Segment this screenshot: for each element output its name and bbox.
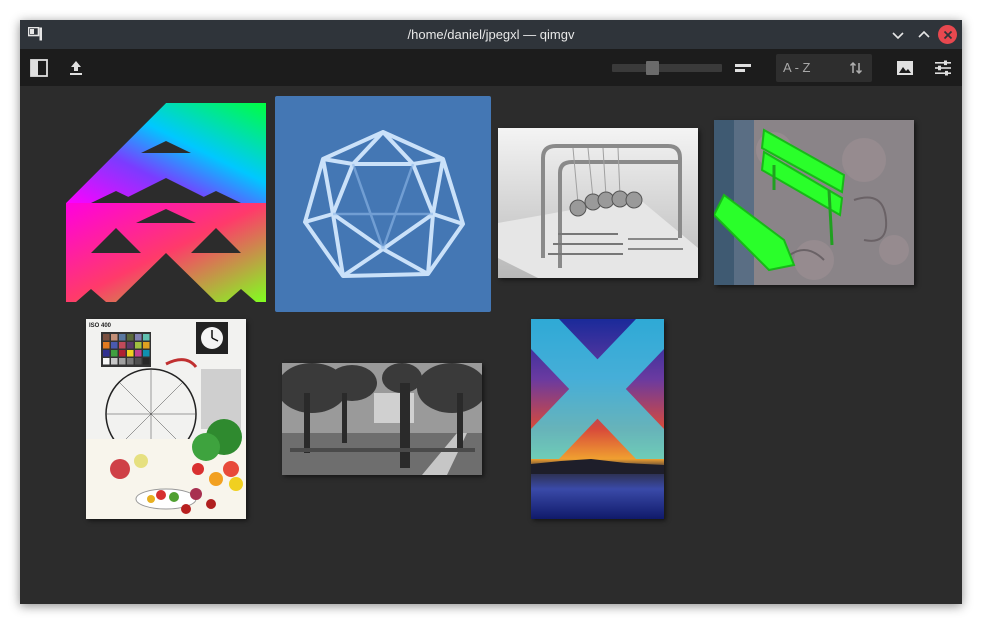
close-icon — [943, 30, 952, 39]
image-icon[interactable] — [896, 59, 914, 77]
window-title: /home/daniel/jpegxl — qimgv — [407, 27, 575, 42]
minimize-button[interactable] — [888, 25, 907, 44]
minimize-icon — [891, 31, 904, 39]
thumbnail-wireframe-polyhedron[interactable] — [283, 104, 483, 304]
zoom-slider-handle[interactable] — [646, 61, 659, 75]
toggle-panel-icon[interactable] — [30, 59, 48, 77]
thumbnail-newtons-cradle[interactable] — [498, 128, 698, 278]
toolbar: A - Z — [20, 49, 962, 86]
sort-dropdown[interactable]: A - Z — [776, 54, 872, 82]
upload-icon[interactable] — [67, 59, 85, 77]
title-bar[interactable]: /home/daniel/jpegxl — qimgv — [20, 20, 962, 49]
maximize-button[interactable] — [914, 25, 933, 44]
sort-order-icon[interactable] — [849, 61, 863, 75]
sort-label: A - Z — [783, 60, 811, 75]
maximize-icon — [917, 30, 930, 38]
app-window: /home/daniel/jpegxl — qimgv A - Z ISO 40… — [20, 20, 962, 604]
thumbnail-park-monochrome[interactable] — [282, 363, 482, 475]
view-mode-icon[interactable] — [734, 59, 752, 77]
zoom-slider[interactable] — [612, 61, 722, 75]
thumbnail-sunset-x-abstract[interactable] — [531, 319, 664, 519]
thumbnail-sierpinski-gradient[interactable] — [66, 103, 266, 302]
chart-label-text: ISO 400 — [89, 323, 112, 329]
thumbnail-green-bench[interactable] — [714, 120, 914, 285]
settings-icon[interactable] — [934, 59, 952, 77]
close-button[interactable] — [938, 25, 957, 44]
thumbnail-color-chart-still-life[interactable]: ISO 400 — [86, 319, 246, 519]
